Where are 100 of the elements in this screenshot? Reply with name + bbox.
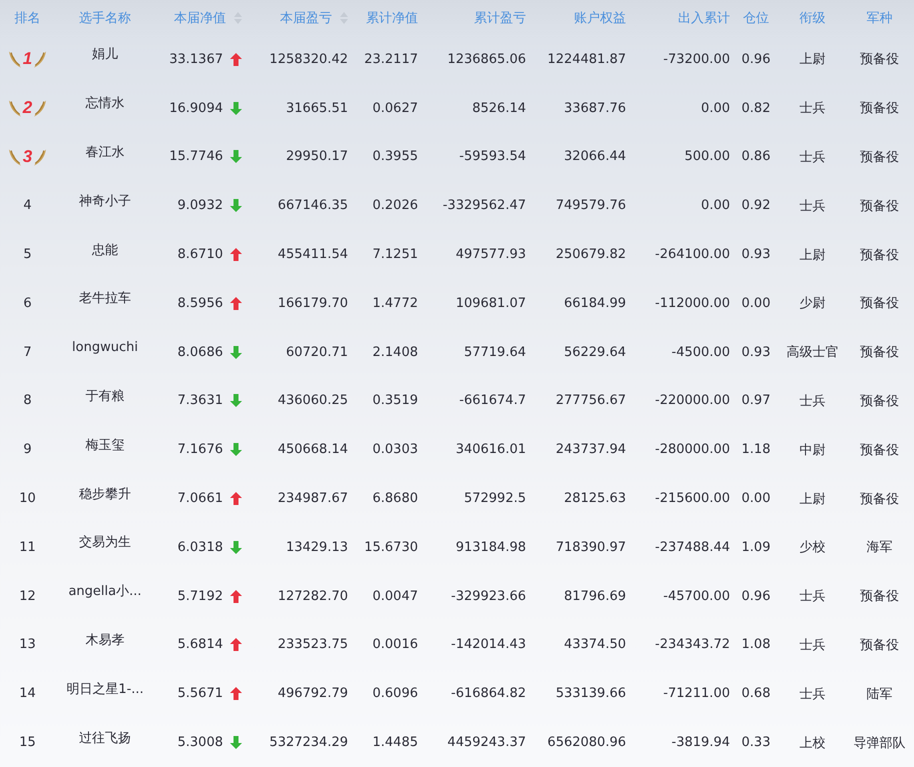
table-cell: 5327234.29 [269, 735, 348, 750]
player-name[interactable]: 梅玉玺 [86, 436, 124, 454]
wing-icon [8, 98, 22, 118]
wing-icon [33, 49, 48, 70]
player-name[interactable]: 明日之星1-... [66, 680, 144, 698]
player-name[interactable]: 于有粮 [86, 386, 124, 405]
table-cell: 243737.94 [556, 442, 626, 458]
player-name[interactable]: 老牛拉车 [79, 289, 131, 308]
player-name[interactable]: longwuchi [72, 340, 138, 355]
table-cell-text: 中尉 [800, 442, 826, 459]
table-cell: 8526.14 [472, 100, 526, 116]
table-cell: 0.0627 [372, 100, 418, 116]
table-cell-text: 预备役 [860, 588, 899, 606]
table-cell: 6562080.96 [547, 735, 626, 750]
player-name[interactable]: 春江水 [86, 142, 124, 161]
table-cell: 450668.14 [278, 442, 348, 458]
table-cell: 250679.82 [556, 247, 626, 262]
table-cell: 436060.25 [278, 393, 348, 408]
table-cell: 496792.79 [278, 686, 348, 702]
table-cell: 7.3631 [178, 393, 223, 408]
table-cell: 0.2026 [372, 198, 418, 214]
player-name[interactable]: 木易孝 [86, 630, 124, 649]
column-header: 账户权益 [574, 10, 626, 26]
table-cell: 1.4772 [372, 296, 418, 311]
table-cell: 0.3955 [372, 149, 418, 164]
table-cell: 0.00 [701, 198, 730, 214]
table-cell-text: 预备役 [860, 636, 899, 654]
rank-number: 8 [23, 393, 32, 408]
rank-number: 3 [22, 146, 32, 167]
player-name[interactable]: 交易为生 [79, 533, 131, 552]
table-cell: 572992.5 [464, 491, 526, 506]
player-name[interactable]: 忘情水 [86, 94, 124, 112]
rank-number: 10 [19, 491, 36, 506]
table-cell: 0.93 [742, 247, 770, 262]
table-cell-text: 预备役 [860, 246, 899, 264]
table-cell: 28125.63 [564, 491, 626, 506]
table-cell: -234343.72 [655, 637, 730, 652]
rank-number: 2 [22, 98, 32, 118]
table-cell: -71211.00 [663, 686, 730, 702]
table-cell-text: 预备役 [860, 295, 899, 312]
table-cell: 43374.50 [564, 637, 626, 652]
player-name[interactable]: 娟儿 [92, 45, 118, 64]
table-cell-text: 士兵 [800, 636, 826, 654]
table-cell: 667146.35 [278, 198, 348, 214]
table-cell: -329923.66 [451, 588, 526, 604]
table-cell-text: 士兵 [800, 392, 826, 410]
table-cell: 5.3008 [178, 735, 223, 750]
rank-number: 5 [23, 247, 32, 262]
table-cell: 1224481.87 [547, 52, 626, 67]
table-cell: 8.5956 [178, 296, 223, 311]
table-cell: 60720.71 [286, 344, 348, 360]
table-cell: 0.6096 [372, 686, 418, 702]
table-cell: 33687.76 [564, 100, 626, 116]
table-cell: 455411.54 [278, 247, 348, 262]
player-name[interactable]: 稳步攀升 [79, 484, 131, 503]
column-header: 军种 [866, 10, 892, 26]
table-cell-text: 少尉 [800, 295, 826, 312]
table-cell-text: 士兵 [800, 588, 826, 606]
player-name[interactable]: angella小... [68, 582, 142, 600]
table-cell: 33.1367 [169, 52, 223, 67]
table-cell: 0.0047 [372, 588, 418, 604]
column-header: 衔级 [800, 10, 826, 26]
table-cell: 56229.64 [564, 344, 626, 360]
rank-number: 7 [23, 344, 32, 360]
table-cell-text: 预备役 [860, 344, 899, 362]
table-cell: -661674.7 [459, 393, 526, 408]
table-cell: 533139.66 [556, 686, 626, 702]
player-name[interactable]: 忠能 [92, 240, 118, 259]
table-cell: 340616.01 [456, 442, 526, 458]
table-cell-text: 士兵 [800, 100, 826, 118]
table-cell: 5.7192 [178, 588, 223, 604]
table-cell: 9.0932 [178, 198, 223, 214]
column-header: 累计盈亏 [474, 10, 526, 26]
player-name[interactable]: 过往飞扬 [79, 728, 131, 747]
table-cell: 8.6710 [178, 247, 223, 262]
wing-icon [8, 146, 22, 167]
table-cell: 127282.70 [278, 588, 348, 604]
table-cell: -215600.00 [655, 491, 730, 506]
table-cell: 5.5671 [178, 686, 223, 702]
column-header: 出入累计 [678, 10, 730, 26]
table-cell: 1.18 [742, 442, 770, 458]
table-cell: 234987.67 [278, 491, 348, 506]
rank-number: 11 [19, 540, 36, 555]
column-header: 选手名称 [79, 10, 131, 26]
table-cell: 6.0318 [178, 540, 223, 555]
table-cell: 913184.98 [456, 540, 526, 555]
table-cell: -142014.43 [451, 637, 526, 652]
table-cell: 7.1676 [178, 442, 223, 458]
player-name[interactable]: 神奇小子 [79, 192, 131, 210]
table-cell-text: 上校 [800, 734, 826, 752]
table-cell: 7.1251 [372, 247, 418, 262]
column-header: 累计净值 [366, 10, 418, 26]
table-cell: 277756.67 [556, 393, 626, 408]
rank-number: 14 [19, 686, 36, 702]
table-cell: 1.4485 [372, 735, 418, 750]
column-header: 仓位 [743, 10, 769, 26]
table-cell: 0.00 [742, 491, 770, 506]
table-cell: 166179.70 [278, 296, 348, 311]
table-cell: 66184.99 [564, 296, 626, 311]
table-cell: -237488.44 [655, 540, 730, 555]
